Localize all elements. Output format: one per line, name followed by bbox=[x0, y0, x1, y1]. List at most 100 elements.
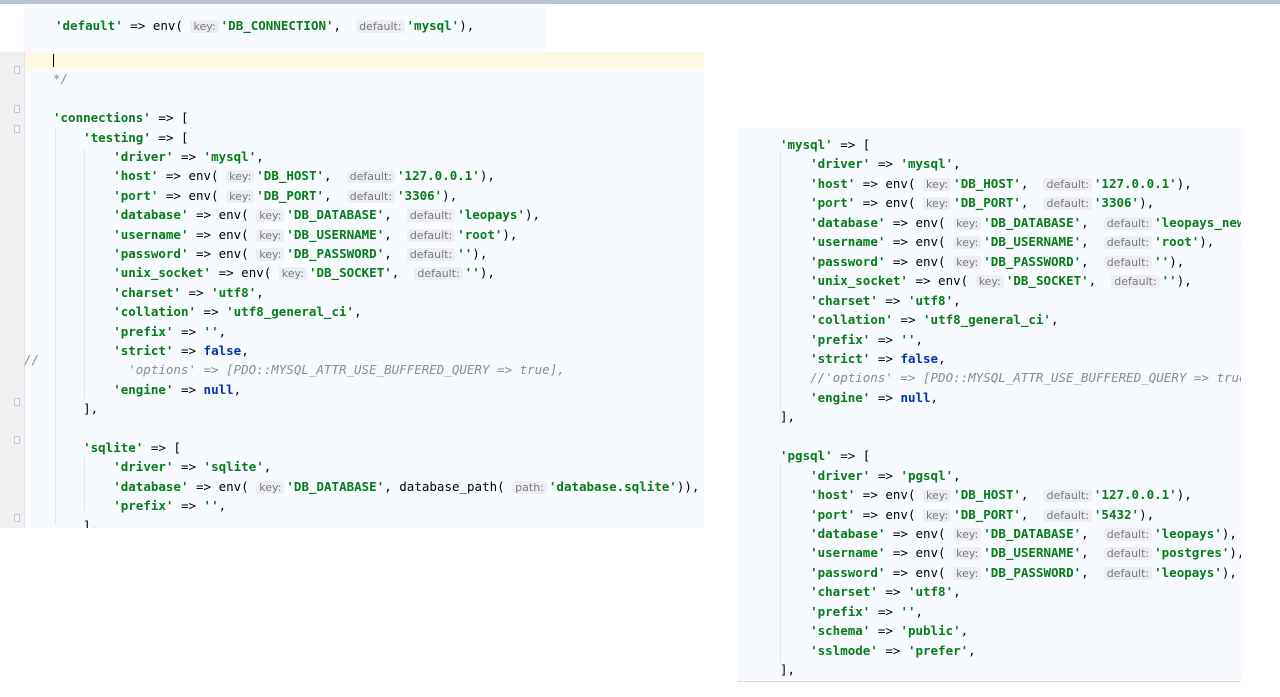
code-token: => bbox=[877, 642, 908, 658]
code-token: => bbox=[870, 623, 901, 639]
code-token: => env( bbox=[885, 545, 954, 561]
param-hint: key: bbox=[975, 275, 1004, 289]
code-line[interactable]: 'charset' => 'utf8', bbox=[53, 283, 264, 302]
code-line[interactable]: 'driver' => 'mysql', bbox=[780, 154, 961, 173]
code-token: 'DB_USERNAME' bbox=[983, 545, 1082, 561]
code-token: , bbox=[915, 603, 924, 619]
fold-toggle-icon[interactable] bbox=[14, 125, 20, 133]
code-line[interactable]: 'username' => env( key: 'DB_USERNAME', de… bbox=[780, 543, 1241, 562]
code-line[interactable]: 'username' => env( key: 'DB_USERNAME', de… bbox=[780, 232, 1214, 251]
code-line[interactable]: ], bbox=[53, 399, 98, 418]
code-token: ), bbox=[1176, 273, 1192, 289]
code-line[interactable]: 'database' => env( key: 'DB_DATABASE', da… bbox=[53, 477, 699, 496]
param-hint: path: bbox=[512, 480, 547, 494]
code-line[interactable]: 'driver' => 'pgsql', bbox=[780, 466, 961, 485]
code-token: => bbox=[877, 292, 908, 308]
code-line[interactable]: 'host' => env( key: 'DB_HOST', default: '1… bbox=[780, 485, 1192, 504]
code-line[interactable]: 'port' => env( key: 'DB_PORT', default: '3… bbox=[780, 193, 1154, 212]
param-hint: key: bbox=[923, 508, 952, 522]
fold-toggle-icon[interactable] bbox=[14, 398, 20, 406]
code-token: , bbox=[1020, 175, 1044, 191]
editor-left-connections[interactable]: // */ 'connections' => [ 'testing' => [ '… bbox=[0, 52, 704, 528]
code-line[interactable]: 'default' => env( key: 'DB_CONNECTION', d… bbox=[55, 16, 474, 35]
code-line[interactable]: 'prefix' => '', bbox=[53, 322, 226, 341]
code-token: 'port' bbox=[810, 195, 856, 211]
code-token: 'DB_DATABASE' bbox=[286, 478, 385, 494]
param-hint: default: bbox=[1103, 236, 1153, 250]
code-token: 'password' bbox=[810, 564, 886, 580]
code-line[interactable]: 'prefix' => '', bbox=[53, 496, 226, 515]
code-token: 'port' bbox=[810, 506, 856, 522]
code-line[interactable]: 'unix_socket' => env( key: 'DB_SOCKET', d… bbox=[53, 263, 495, 282]
code-line[interactable]: 'options' => [PDO::MYSQL_ATTR_USE_BUFFER… bbox=[53, 360, 565, 379]
code-line[interactable]: 'pgsql' => [ bbox=[780, 446, 870, 465]
code-token: , bbox=[953, 156, 961, 172]
fold-toggle-icon[interactable] bbox=[14, 105, 20, 113]
code-line[interactable]: ], bbox=[780, 407, 795, 426]
code-token: , bbox=[938, 350, 946, 366]
code-line[interactable]: 'prefix' => '', bbox=[780, 330, 923, 349]
fold-toggle-icon[interactable] bbox=[14, 514, 20, 522]
code-line[interactable]: 'password' => env( key: 'DB_PASSWORD', de… bbox=[780, 563, 1237, 582]
code-line[interactable]: ], bbox=[780, 660, 795, 679]
code-line[interactable]: 'database' => env( key: 'DB_DATABASE', de… bbox=[780, 213, 1241, 232]
code-line[interactable]: */ bbox=[53, 69, 68, 88]
code-line[interactable]: 'sqlite' => [ bbox=[53, 438, 181, 457]
code-line[interactable]: 'database' => env( key: 'DB_DATABASE', de… bbox=[53, 205, 540, 224]
code-line[interactable]: ], bbox=[53, 516, 98, 528]
code-line[interactable]: 'schema' => 'public', bbox=[780, 621, 968, 640]
code-token: 'strict' bbox=[810, 350, 871, 366]
code-line[interactable]: 'charset' => 'utf8', bbox=[780, 582, 961, 601]
editor-default-strip[interactable]: 'default' => env( key: 'DB_CONNECTION', d… bbox=[24, 4, 546, 52]
code-token: 'password' bbox=[810, 253, 886, 269]
code-line[interactable]: 'prefix' => '', bbox=[780, 602, 923, 621]
code-line[interactable]: 'sslmode' => 'prefer', bbox=[780, 641, 976, 660]
code-line[interactable]: 'database' => env( key: 'DB_DATABASE', de… bbox=[780, 524, 1237, 543]
code-token: 'database' bbox=[113, 207, 189, 223]
code-token: 'host' bbox=[810, 175, 856, 191]
fold-toggle-icon[interactable] bbox=[14, 66, 20, 74]
fold-toggle-icon[interactable] bbox=[14, 436, 20, 444]
code-line[interactable] bbox=[53, 52, 54, 69]
param-hint: default: bbox=[1111, 275, 1160, 289]
code-line[interactable]: 'collation' => 'utf8_general_ci', bbox=[53, 302, 361, 321]
code-line[interactable]: 'charset' => 'utf8', bbox=[780, 291, 961, 310]
code-line[interactable]: 'unix_socket' => env( key: 'DB_SOCKET', d… bbox=[780, 271, 1192, 290]
code-token: 'utf8_general_ci' bbox=[923, 312, 1051, 328]
code-line[interactable]: 'password' => env( key: 'DB_PASSWORD', de… bbox=[53, 244, 487, 263]
code-line[interactable]: 'port' => env( key: 'DB_PORT', default: '3… bbox=[53, 186, 457, 205]
code-line[interactable]: 'mysql' => [ bbox=[780, 135, 870, 154]
code-line[interactable]: 'password' => env( key: 'DB_PASSWORD', de… bbox=[780, 252, 1184, 271]
code-token: , bbox=[1020, 487, 1044, 503]
code-line[interactable]: //'options' => [PDO::MYSQL_ATTR_USE_BUFF… bbox=[780, 368, 1241, 387]
code-token: 'DB_PASSWORD' bbox=[983, 253, 1082, 269]
param-hint: default: bbox=[406, 248, 456, 261]
code-line[interactable]: 'host' => env( key: 'DB_HOST', default: '1… bbox=[53, 166, 495, 185]
code-line[interactable]: 'strict' => false, bbox=[53, 341, 249, 360]
code-line[interactable]: 'engine' => null, bbox=[53, 380, 241, 399]
code-token: 'utf8' bbox=[211, 284, 257, 300]
code-token: , bbox=[953, 584, 961, 600]
code-token: , bbox=[1088, 273, 1112, 289]
code-token: , bbox=[1081, 214, 1104, 230]
code-token: , bbox=[391, 265, 415, 281]
editor-right-mysql-pgsql[interactable]: 'mysql' => [ 'driver' => 'mysql', 'host'… bbox=[738, 128, 1241, 680]
editor-gutter[interactable] bbox=[0, 52, 25, 528]
code-line[interactable]: 'driver' => 'sqlite', bbox=[53, 457, 271, 476]
code-line[interactable]: 'username' => env( key: 'DB_USERNAME', de… bbox=[53, 225, 517, 244]
code-line[interactable]: 'engine' => null, bbox=[780, 388, 938, 407]
code-line[interactable]: 'host' => env( key: 'DB_HOST', default: '1… bbox=[780, 174, 1192, 193]
code-line[interactable]: 'collation' => 'utf8_general_ci', bbox=[780, 310, 1058, 329]
code-token: => bbox=[173, 498, 204, 514]
code-line[interactable]: 'strict' => false, bbox=[780, 349, 946, 368]
code-line[interactable]: 'driver' => 'mysql', bbox=[53, 147, 264, 166]
code-line[interactable]: 'port' => env( key: 'DB_PORT', default: '5… bbox=[780, 505, 1154, 524]
code-token: 'DB_HOST' bbox=[953, 487, 1021, 503]
code-line[interactable]: 'testing' => [ bbox=[53, 128, 188, 147]
code-line[interactable]: 'connections' => [ bbox=[53, 108, 188, 127]
code-token: null bbox=[900, 389, 931, 405]
